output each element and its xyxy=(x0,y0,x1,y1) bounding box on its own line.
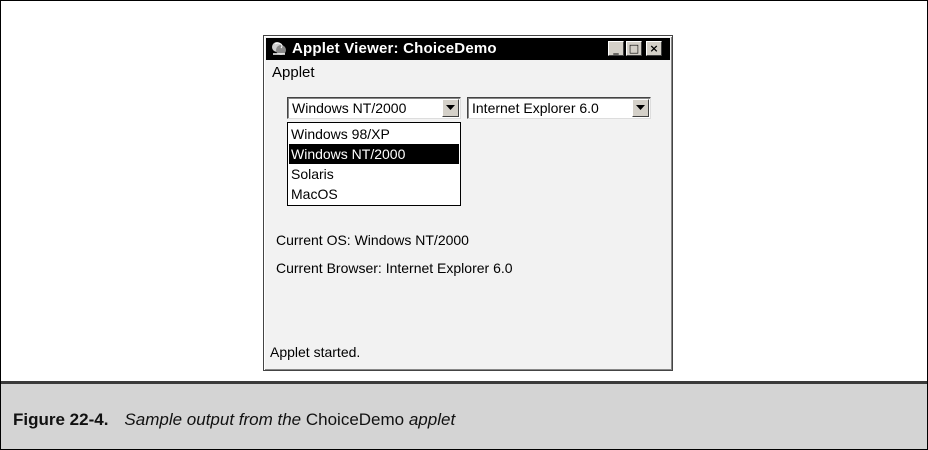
figure-caption: Figure 22-4. Sample output from the Choic… xyxy=(1,384,927,449)
menu-applet[interactable]: Applet xyxy=(272,64,315,81)
caption-text-1: Sample output from the xyxy=(124,410,306,429)
browser-choice-value: Internet Explorer 6.0 xyxy=(472,100,599,116)
os-choice-value: Windows NT/2000 xyxy=(292,100,407,116)
figure-frame: Applet Viewer: ChoiceDemo _ □ × Applet W… xyxy=(0,0,928,450)
screenshot-area: Applet Viewer: ChoiceDemo _ □ × Applet W… xyxy=(1,1,927,381)
os-choice[interactable]: Windows NT/2000 xyxy=(287,97,461,119)
current-os-label: Current OS: Windows NT/2000 xyxy=(276,232,469,248)
current-browser-label: Current Browser: Internet Explorer 6.0 xyxy=(276,260,513,276)
window-title: Applet Viewer: ChoiceDemo xyxy=(292,40,497,57)
java-applet-icon xyxy=(270,40,288,58)
minimize-icon[interactable]: _ xyxy=(608,41,624,56)
option-windows-98xp[interactable]: Windows 98/XP xyxy=(289,124,459,144)
chevron-down-icon[interactable] xyxy=(632,99,649,117)
chevron-down-icon[interactable] xyxy=(442,99,459,117)
option-macos[interactable]: MacOS xyxy=(289,184,459,204)
caption-text-3: applet xyxy=(404,410,456,429)
menu-bar: Applet xyxy=(266,62,670,84)
close-icon[interactable]: × xyxy=(646,41,662,56)
title-bar[interactable]: Applet Viewer: ChoiceDemo _ □ × xyxy=(266,38,670,60)
option-solaris[interactable]: Solaris xyxy=(289,164,459,184)
applet-status-bar: Applet started. xyxy=(270,344,361,360)
maximize-icon[interactable]: □ xyxy=(626,41,642,56)
os-dropdown-list: Windows 98/XP Windows NT/2000 Solaris Ma… xyxy=(287,122,461,206)
browser-choice[interactable]: Internet Explorer 6.0 xyxy=(467,97,651,119)
caption-text-2: ChoiceDemo xyxy=(305,410,405,429)
figure-number: Figure 22-4. xyxy=(13,410,109,429)
option-windows-nt2000[interactable]: Windows NT/2000 xyxy=(289,144,459,164)
